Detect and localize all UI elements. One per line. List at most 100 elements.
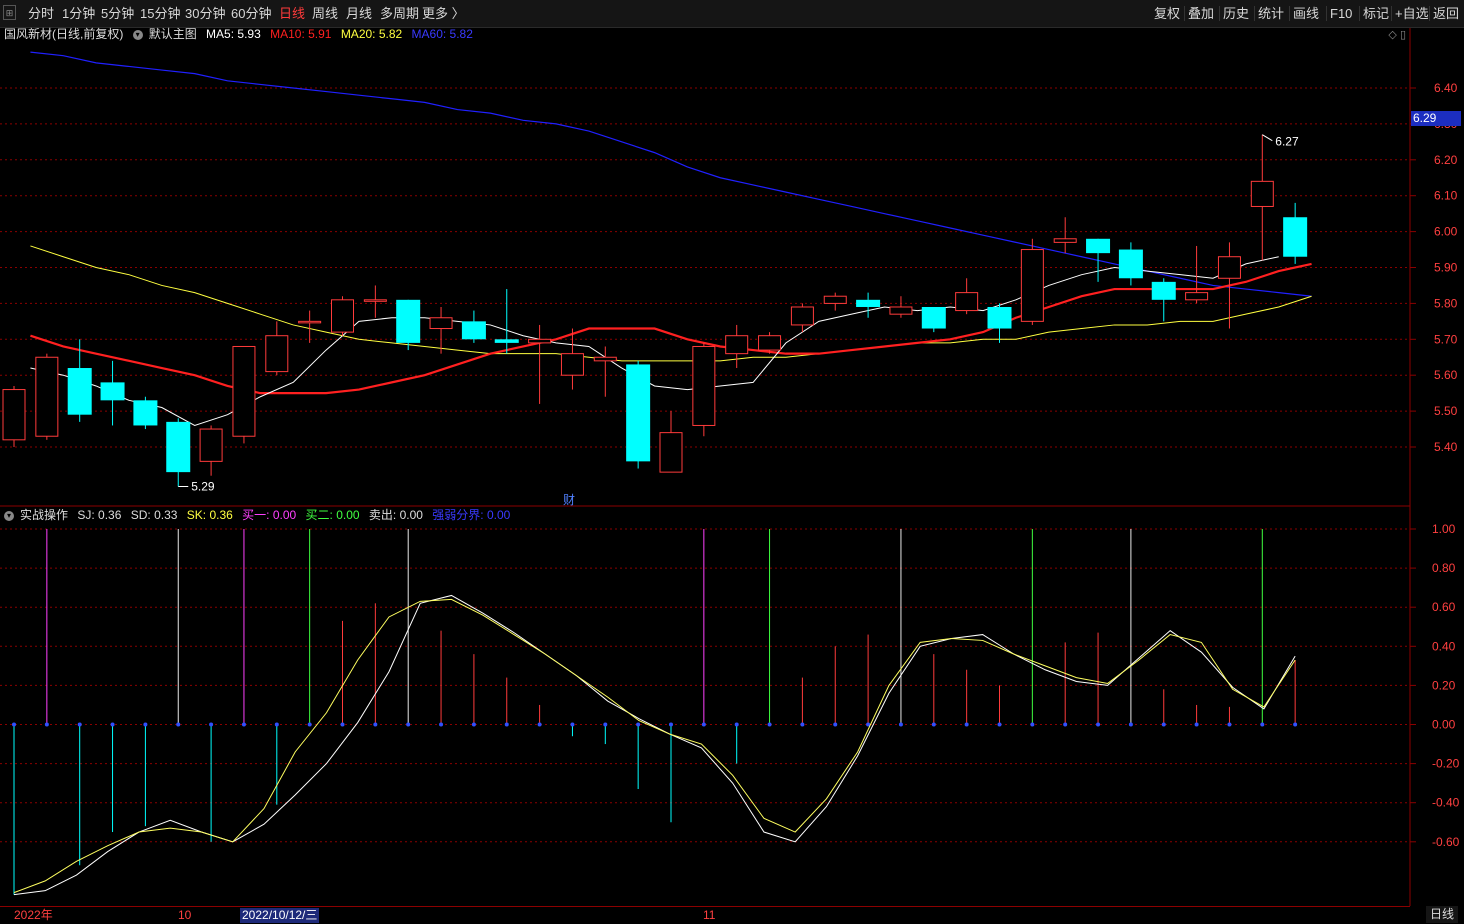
panel-grip-icon[interactable]: ⊞ [3, 5, 16, 20]
candle-body-up [199, 428, 223, 462]
price-axis-label: 6.40 [1434, 81, 1458, 95]
boundary-dot [1227, 722, 1232, 727]
finance-marker: 财 [563, 493, 575, 507]
candle-body-up [2, 389, 26, 441]
sub-axis-label: 0.60 [1432, 600, 1456, 614]
toolbar-separator [1391, 6, 1392, 21]
candle-body-up [593, 356, 617, 362]
boundary-dot [471, 722, 476, 727]
period-tab-4[interactable]: 30分钟 [185, 0, 225, 27]
price-axis-label: 6.00 [1434, 225, 1458, 239]
period-tab-9[interactable]: 多周期 [380, 0, 419, 27]
candle-body-up [725, 335, 749, 355]
candle-body-down [67, 368, 92, 415]
toolbar-separator [1254, 6, 1255, 21]
template-name[interactable]: 默认主图 [149, 27, 197, 41]
boundary-dot [636, 722, 641, 727]
boundary-value: 强弱分界: 0.00 [432, 508, 511, 522]
boundary-dot [964, 722, 969, 727]
toolbar-button-8[interactable]: 返回 [1433, 0, 1459, 27]
candle-body-up [298, 320, 322, 324]
period-tab-8[interactable]: 月线 [346, 0, 372, 27]
boundary-dot [800, 722, 805, 727]
period-label[interactable]: 日线 [1425, 906, 1458, 923]
boundary-dot [833, 722, 838, 727]
sub-chart-info: ▾ 实战操作 SJ: 0.36 SD: 0.33 SK: 0.36 买一: 0.0… [4, 507, 516, 523]
boundary-dot [1161, 722, 1166, 727]
candle-body-down [1118, 249, 1143, 279]
candle-body-up [560, 353, 584, 376]
boundary-dot [439, 722, 444, 727]
sub-axis-label: -0.60 [1432, 835, 1460, 849]
period-tab-3[interactable]: 15分钟 [140, 0, 180, 27]
boundary-dot [406, 722, 411, 727]
candle-body-up [265, 335, 289, 373]
boundary-dot [866, 722, 871, 727]
toolbar-button-7[interactable]: +自选 [1395, 0, 1429, 27]
toolbar-button-3[interactable]: 统计 [1258, 0, 1284, 27]
period-tab-6[interactable]: 日线 [279, 0, 305, 27]
ma20-value: MA20: 5.82 [340, 27, 403, 41]
ma60-line [30, 51, 1312, 297]
boundary-dot [176, 722, 181, 727]
boundary-dot [241, 722, 246, 727]
high-annotation: 6.27 [1275, 135, 1299, 149]
toolbar-button-5[interactable]: F10 [1330, 0, 1352, 27]
period-tab-0[interactable]: 分时 [28, 0, 54, 27]
toolbar-separator [1289, 6, 1290, 21]
price-axis-label: 5.50 [1434, 404, 1458, 418]
toolbar-button-6[interactable]: 标记 [1363, 0, 1389, 27]
candle-body-up [363, 299, 387, 302]
ma10-value: MA10: 5.91 [270, 27, 332, 41]
boundary-dot [1063, 722, 1068, 727]
template-dropdown-icon[interactable]: ▾ [132, 29, 143, 40]
date-label-nov: 11 [703, 908, 716, 922]
period-tab-5[interactable]: 60分钟 [231, 0, 271, 27]
candle-body-up [1185, 292, 1209, 301]
candle-body-down [166, 421, 191, 473]
candle-body-up [331, 299, 354, 333]
period-tab-7[interactable]: 周线 [312, 0, 338, 27]
toolbar-button-1[interactable]: 叠加 [1188, 0, 1214, 27]
boundary-dot [209, 722, 214, 727]
candle-body-up [758, 335, 782, 351]
boundary-dot [340, 722, 345, 727]
boundary-dot [12, 722, 16, 727]
candle-body-up [35, 356, 59, 437]
period-tab-2[interactable]: 5分钟 [101, 0, 134, 27]
ma60-value: MA60: 5.82 [411, 27, 473, 41]
candle-body-down [494, 339, 519, 343]
kline-chart[interactable]: 6.406.306.206.106.005.905.805.705.605.50… [0, 0, 1464, 923]
candle-body-down [856, 299, 881, 307]
toolbar-button-2[interactable]: 历史 [1223, 0, 1249, 27]
candle-body-up [659, 432, 683, 473]
candle-body-up [528, 338, 552, 344]
boundary-dot [701, 722, 706, 727]
candle-body-up [889, 306, 913, 315]
period-tab-1[interactable]: 1分钟 [62, 0, 95, 27]
boundary-dot [77, 722, 82, 727]
toolbar-button-0[interactable]: 复权 [1154, 0, 1180, 27]
buy1-value: 买一: 0.00 [242, 508, 297, 522]
candle-body-up [955, 292, 979, 312]
date-label-year: 2022年 [14, 908, 53, 922]
candle-body-down [921, 306, 946, 329]
chart-settings-icons[interactable]: ◇ ▯ [1388, 28, 1406, 41]
indicator-dropdown-icon[interactable]: ▾ [4, 510, 14, 521]
boundary-dot [274, 722, 279, 727]
indicator-name[interactable]: 实战操作 [20, 508, 68, 522]
boundary-dot [537, 722, 542, 727]
boundary-dot [734, 722, 739, 727]
date-axis: 2022年 10 2022/10/12/三 11 [0, 906, 1410, 924]
period-tab-10[interactable]: 更多 〉 [422, 0, 465, 27]
boundary-dot [504, 722, 509, 727]
ma20-line [30, 245, 1312, 362]
boundary-dot [997, 722, 1002, 727]
boundary-dot [1293, 722, 1298, 727]
candle-body-up [1250, 180, 1274, 207]
price-axis-label: 5.90 [1434, 261, 1458, 275]
toolbar-button-4[interactable]: 画线 [1293, 0, 1319, 27]
candle-body-up [232, 345, 256, 437]
candle-body-up [1217, 256, 1241, 279]
toolbar-separator [1429, 6, 1430, 21]
